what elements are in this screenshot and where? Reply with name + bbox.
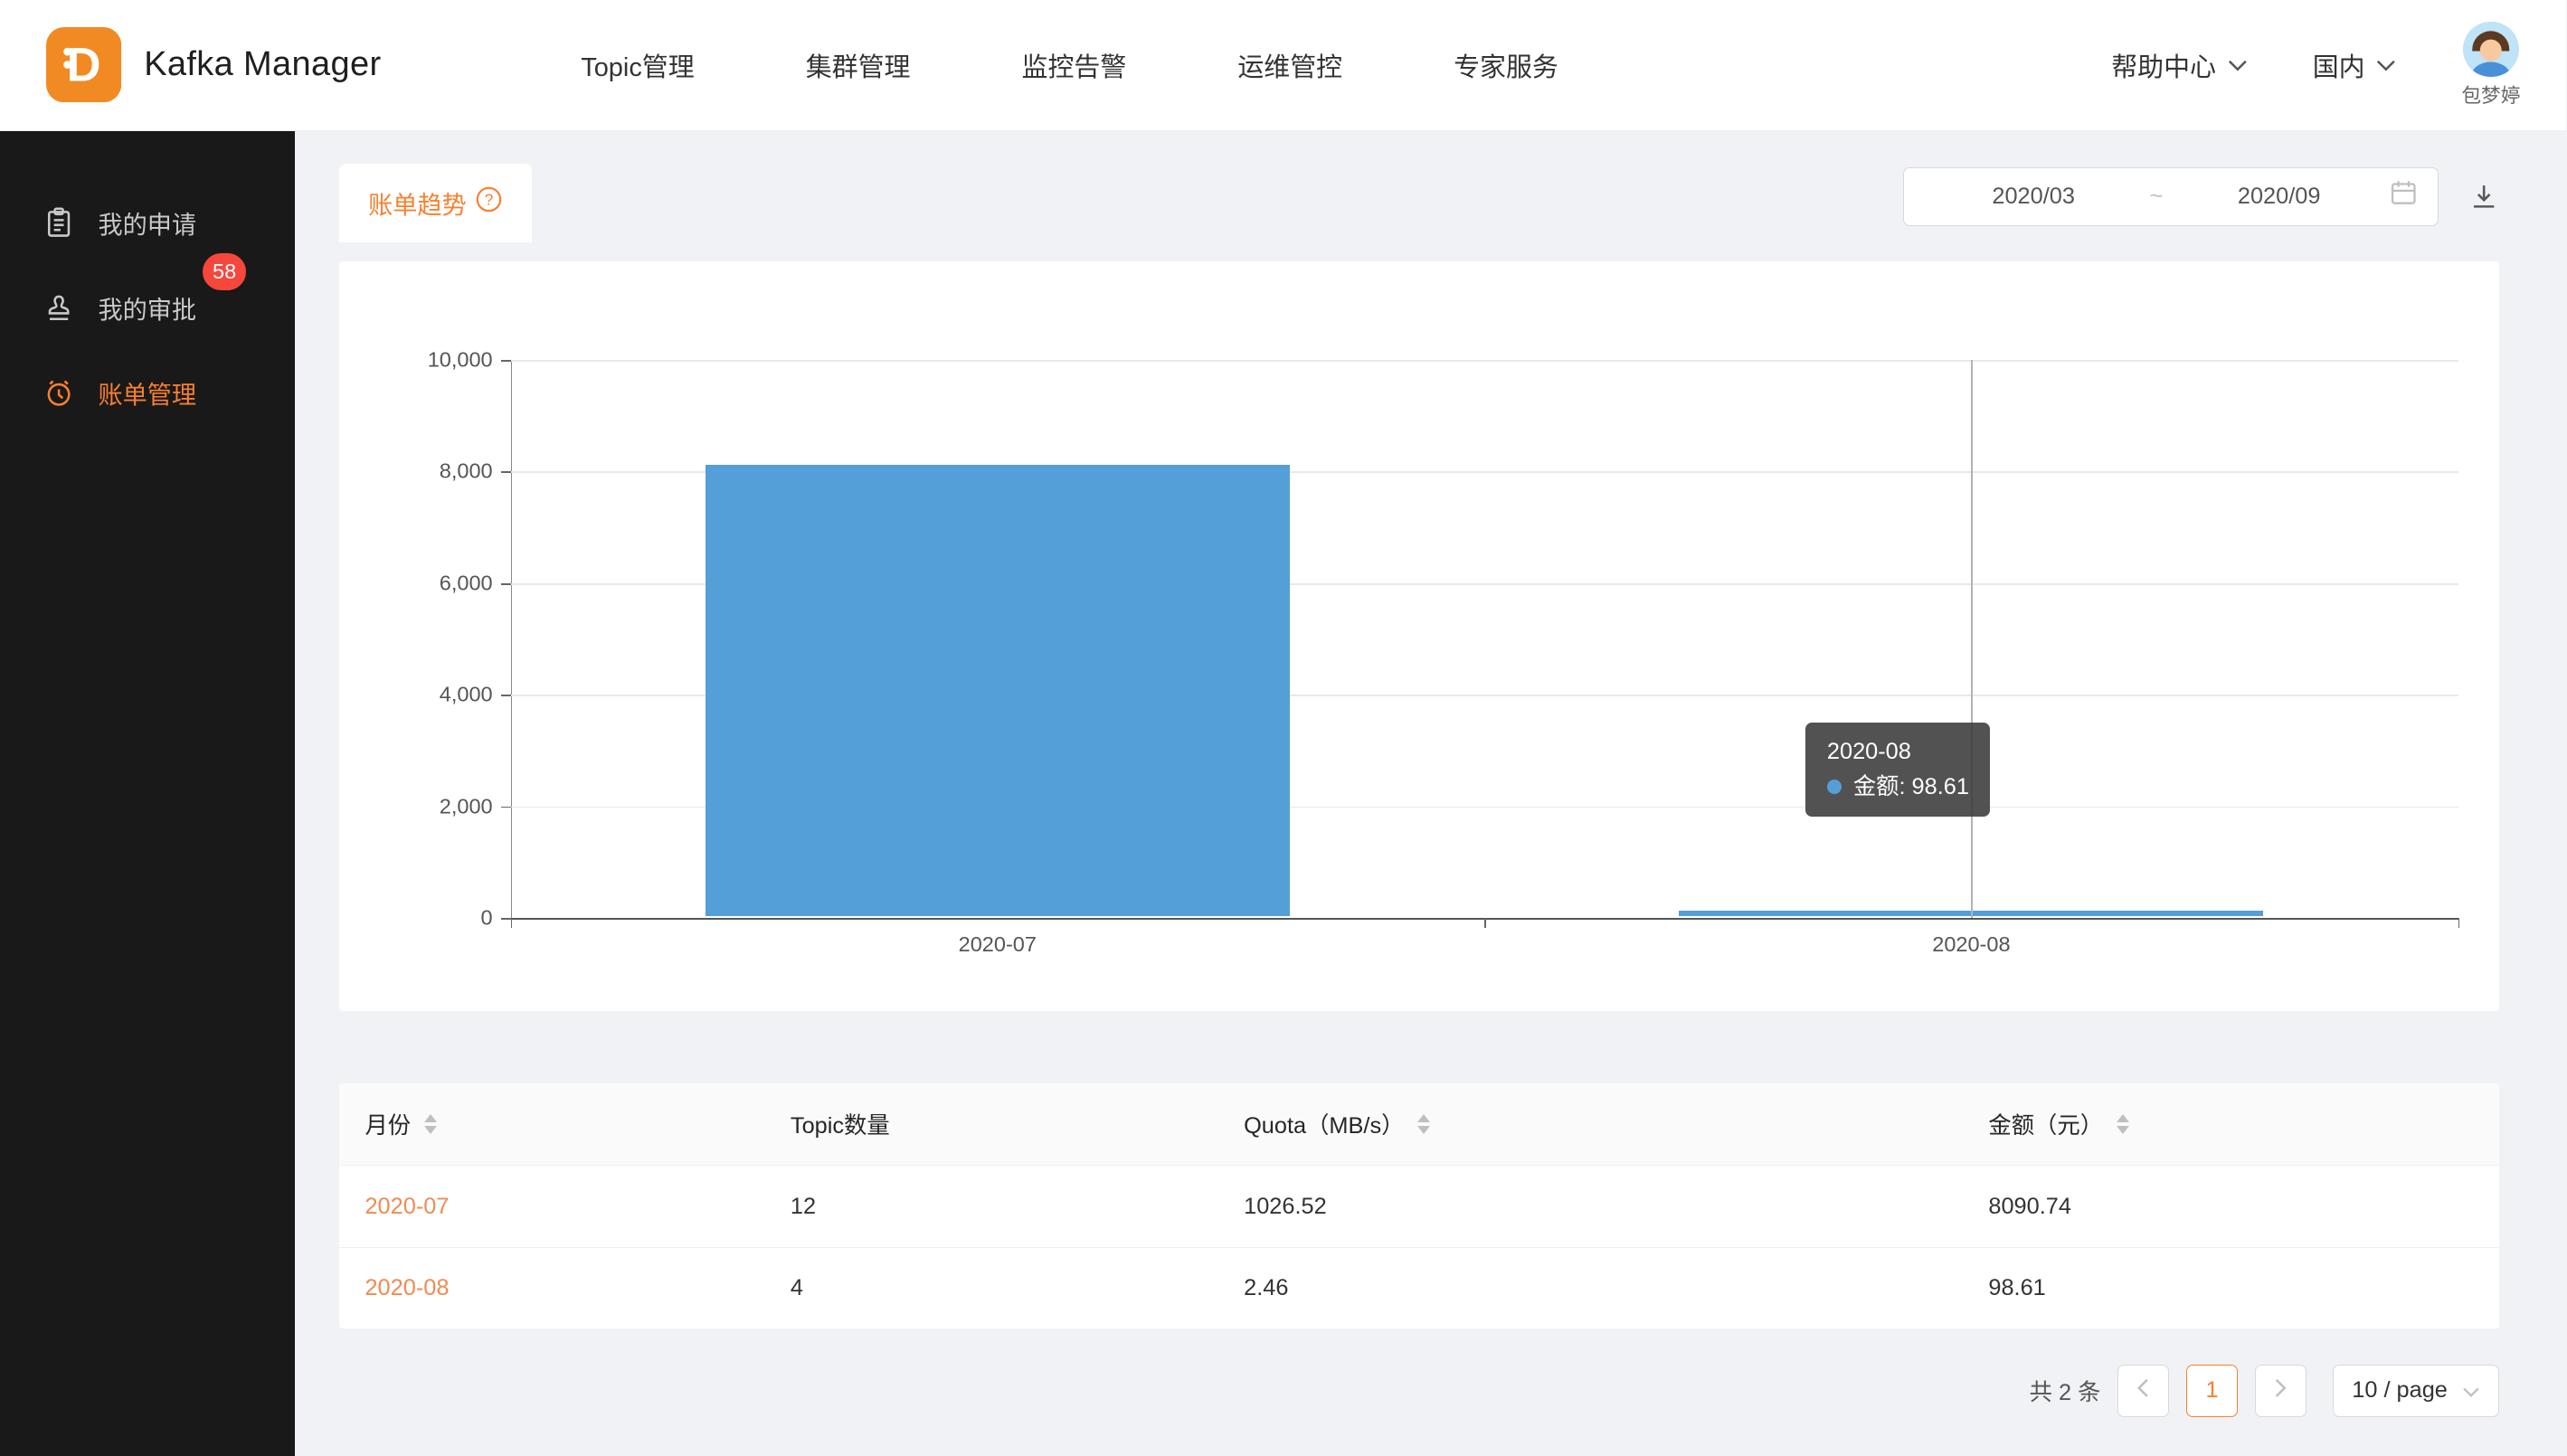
sidebar: 我的申请 我的审批 58 账单管理 (0, 131, 295, 1456)
page-size-select[interactable]: 10 / page (2333, 1365, 2499, 1417)
svg-text:D: D (66, 40, 100, 92)
month-link[interactable]: 2020-08 (365, 1275, 449, 1301)
amount-cell: 98.61 (1962, 1275, 2499, 1301)
app-logo-icon[interactable]: D (46, 27, 121, 102)
sidebar-item-bill-management[interactable]: 账单管理 (0, 350, 295, 435)
x-axis-tick (511, 918, 513, 928)
topics-cell: 4 (764, 1275, 1217, 1301)
help-center-label: 帮助中心 (2111, 46, 2216, 84)
header-right: 帮助中心 国内 包梦婷 (2111, 22, 2520, 109)
chevron-down-icon (2462, 1377, 2480, 1404)
nav-item-ops[interactable]: 运维管控 (1237, 46, 1342, 84)
nav-item-expert[interactable]: 专家服务 (1454, 46, 1558, 84)
right-tools: 2020/03 ~ 2020/09 (1903, 167, 2499, 226)
series-dot-icon (1827, 780, 1842, 794)
y-tick-label: 8,000 (440, 459, 493, 484)
sidebar-item-label: 我的申请 (99, 205, 197, 241)
bill-table: 月份 Topic数量 Quota（MB/s） 金额（元） (339, 1083, 2499, 1328)
y-tick-label: 2,000 (440, 794, 493, 818)
y-tick-label: 10,000 (428, 348, 493, 373)
pagination: 共 2 条 1 10 / page (339, 1365, 2499, 1417)
tooltip-title: 2020-08 (1827, 734, 1969, 770)
top-header: D Kafka Manager Topic管理 集群管理 监控告警 运维管控 专… (0, 0, 2566, 131)
month-link[interactable]: 2020-07 (365, 1194, 449, 1220)
chevron-down-icon (2228, 59, 2248, 71)
tooltip-value-line: 金额: 98.61 (1827, 770, 1969, 805)
chevron-down-icon (2376, 59, 2396, 71)
sidebar-item-my-approvals[interactable]: 我的审批 58 (0, 265, 295, 350)
x-tick-label: 2020-07 (959, 932, 1037, 957)
alarm-clock-icon (43, 376, 75, 409)
sidebar-item-label: 我的审批 (99, 290, 197, 326)
y-axis-line (511, 360, 513, 918)
bar-chart[interactable]: 10,000 8,000 6,000 4,000 2,000 0 2020-07… (511, 360, 2458, 918)
tooltip-crosshair-line (1971, 360, 1973, 918)
tab-label: 账单趋势 (368, 185, 467, 221)
date-end-value[interactable]: 2020/09 (2170, 184, 2389, 210)
page-size-value: 10 / page (2352, 1377, 2448, 1404)
date-range-separator: ~ (2143, 184, 2169, 210)
column-header-amount[interactable]: 金额（元） (1962, 1108, 2499, 1140)
topics-cell: 12 (764, 1194, 1217, 1220)
table-row: 2020-07 12 1026.52 8090.74 (339, 1165, 2499, 1246)
main-nav: Topic管理 集群管理 监控告警 运维管控 专家服务 (581, 46, 1558, 84)
gridline (511, 360, 2458, 362)
stamp-icon (43, 291, 75, 324)
region-label: 国内 (2313, 46, 2365, 84)
y-tick-label: 6,000 (440, 571, 493, 595)
sidebar-item-my-applications[interactable]: 我的申请 (0, 180, 295, 265)
user-menu[interactable]: 包梦婷 (2461, 22, 2520, 109)
total-count-text: 共 2 条 (2030, 1375, 2101, 1407)
app-title: Kafka Manager (144, 45, 381, 84)
avatar (2463, 22, 2519, 78)
chart-bar-2020-07[interactable] (706, 465, 1290, 916)
quota-cell: 1026.52 (1217, 1194, 1962, 1220)
date-range-picker[interactable]: 2020/03 ~ 2020/09 (1903, 167, 2439, 226)
next-page-button[interactable] (2255, 1365, 2307, 1417)
table-row: 2020-08 4 2.46 98.61 (339, 1247, 2499, 1328)
sort-caret-icon[interactable] (1417, 1114, 1430, 1134)
nav-item-monitor[interactable]: 监控告警 (1022, 46, 1127, 84)
x-tick-label: 2020-08 (1932, 932, 2010, 957)
main-content: 账单趋势 ? 2020/03 ~ 2020/09 (295, 131, 2566, 1456)
nav-item-topic[interactable]: Topic管理 (581, 46, 694, 84)
page-number-button[interactable]: 1 (2186, 1365, 2239, 1417)
region-menu[interactable]: 国内 (2313, 46, 2396, 84)
user-name: 包梦婷 (2461, 80, 2520, 109)
column-header-month[interactable]: 月份 (339, 1108, 764, 1140)
clipboard-icon (43, 206, 75, 239)
chevron-left-icon (2136, 1377, 2149, 1404)
sort-caret-icon[interactable] (2117, 1114, 2129, 1134)
y-tick-label: 0 (481, 906, 493, 931)
chart-tooltip: 2020-08 金额: 98.61 (1805, 723, 1990, 817)
sort-caret-icon[interactable] (424, 1114, 437, 1134)
prev-page-button[interactable] (2117, 1365, 2170, 1417)
amount-cell: 8090.74 (1962, 1194, 2499, 1220)
svg-text:?: ? (485, 191, 494, 209)
column-header-topics: Topic数量 (764, 1108, 1217, 1140)
question-circle-icon[interactable]: ? (476, 186, 502, 219)
chart-card: 10,000 8,000 6,000 4,000 2,000 0 2020-07… (339, 261, 2499, 1011)
sidebar-item-label: 账单管理 (99, 375, 197, 411)
table-header-row: 月份 Topic数量 Quota（MB/s） 金额（元） (339, 1083, 2499, 1165)
quota-cell: 2.46 (1217, 1275, 1962, 1301)
help-center-menu[interactable]: 帮助中心 (2111, 46, 2247, 84)
column-header-quota[interactable]: Quota（MB/s） (1217, 1108, 1962, 1140)
approvals-count-badge: 58 (200, 251, 249, 293)
app-window: D Kafka Manager Topic管理 集群管理 监控告警 运维管控 专… (0, 0, 2566, 1456)
y-tick-label: 4,000 (440, 683, 493, 707)
x-axis-tick (2458, 918, 2460, 928)
calendar-icon (2389, 178, 2419, 214)
chevron-right-icon (2274, 1377, 2287, 1404)
x-axis-tick (1484, 918, 1486, 928)
tab-bill-trend[interactable]: 账单趋势 ? (339, 164, 533, 242)
date-start-value[interactable]: 2020/03 (1924, 184, 2143, 210)
download-icon[interactable] (2468, 181, 2499, 212)
toolbar-row: 账单趋势 ? 2020/03 ~ 2020/09 (339, 164, 2499, 242)
nav-item-cluster[interactable]: 集群管理 (806, 46, 911, 84)
